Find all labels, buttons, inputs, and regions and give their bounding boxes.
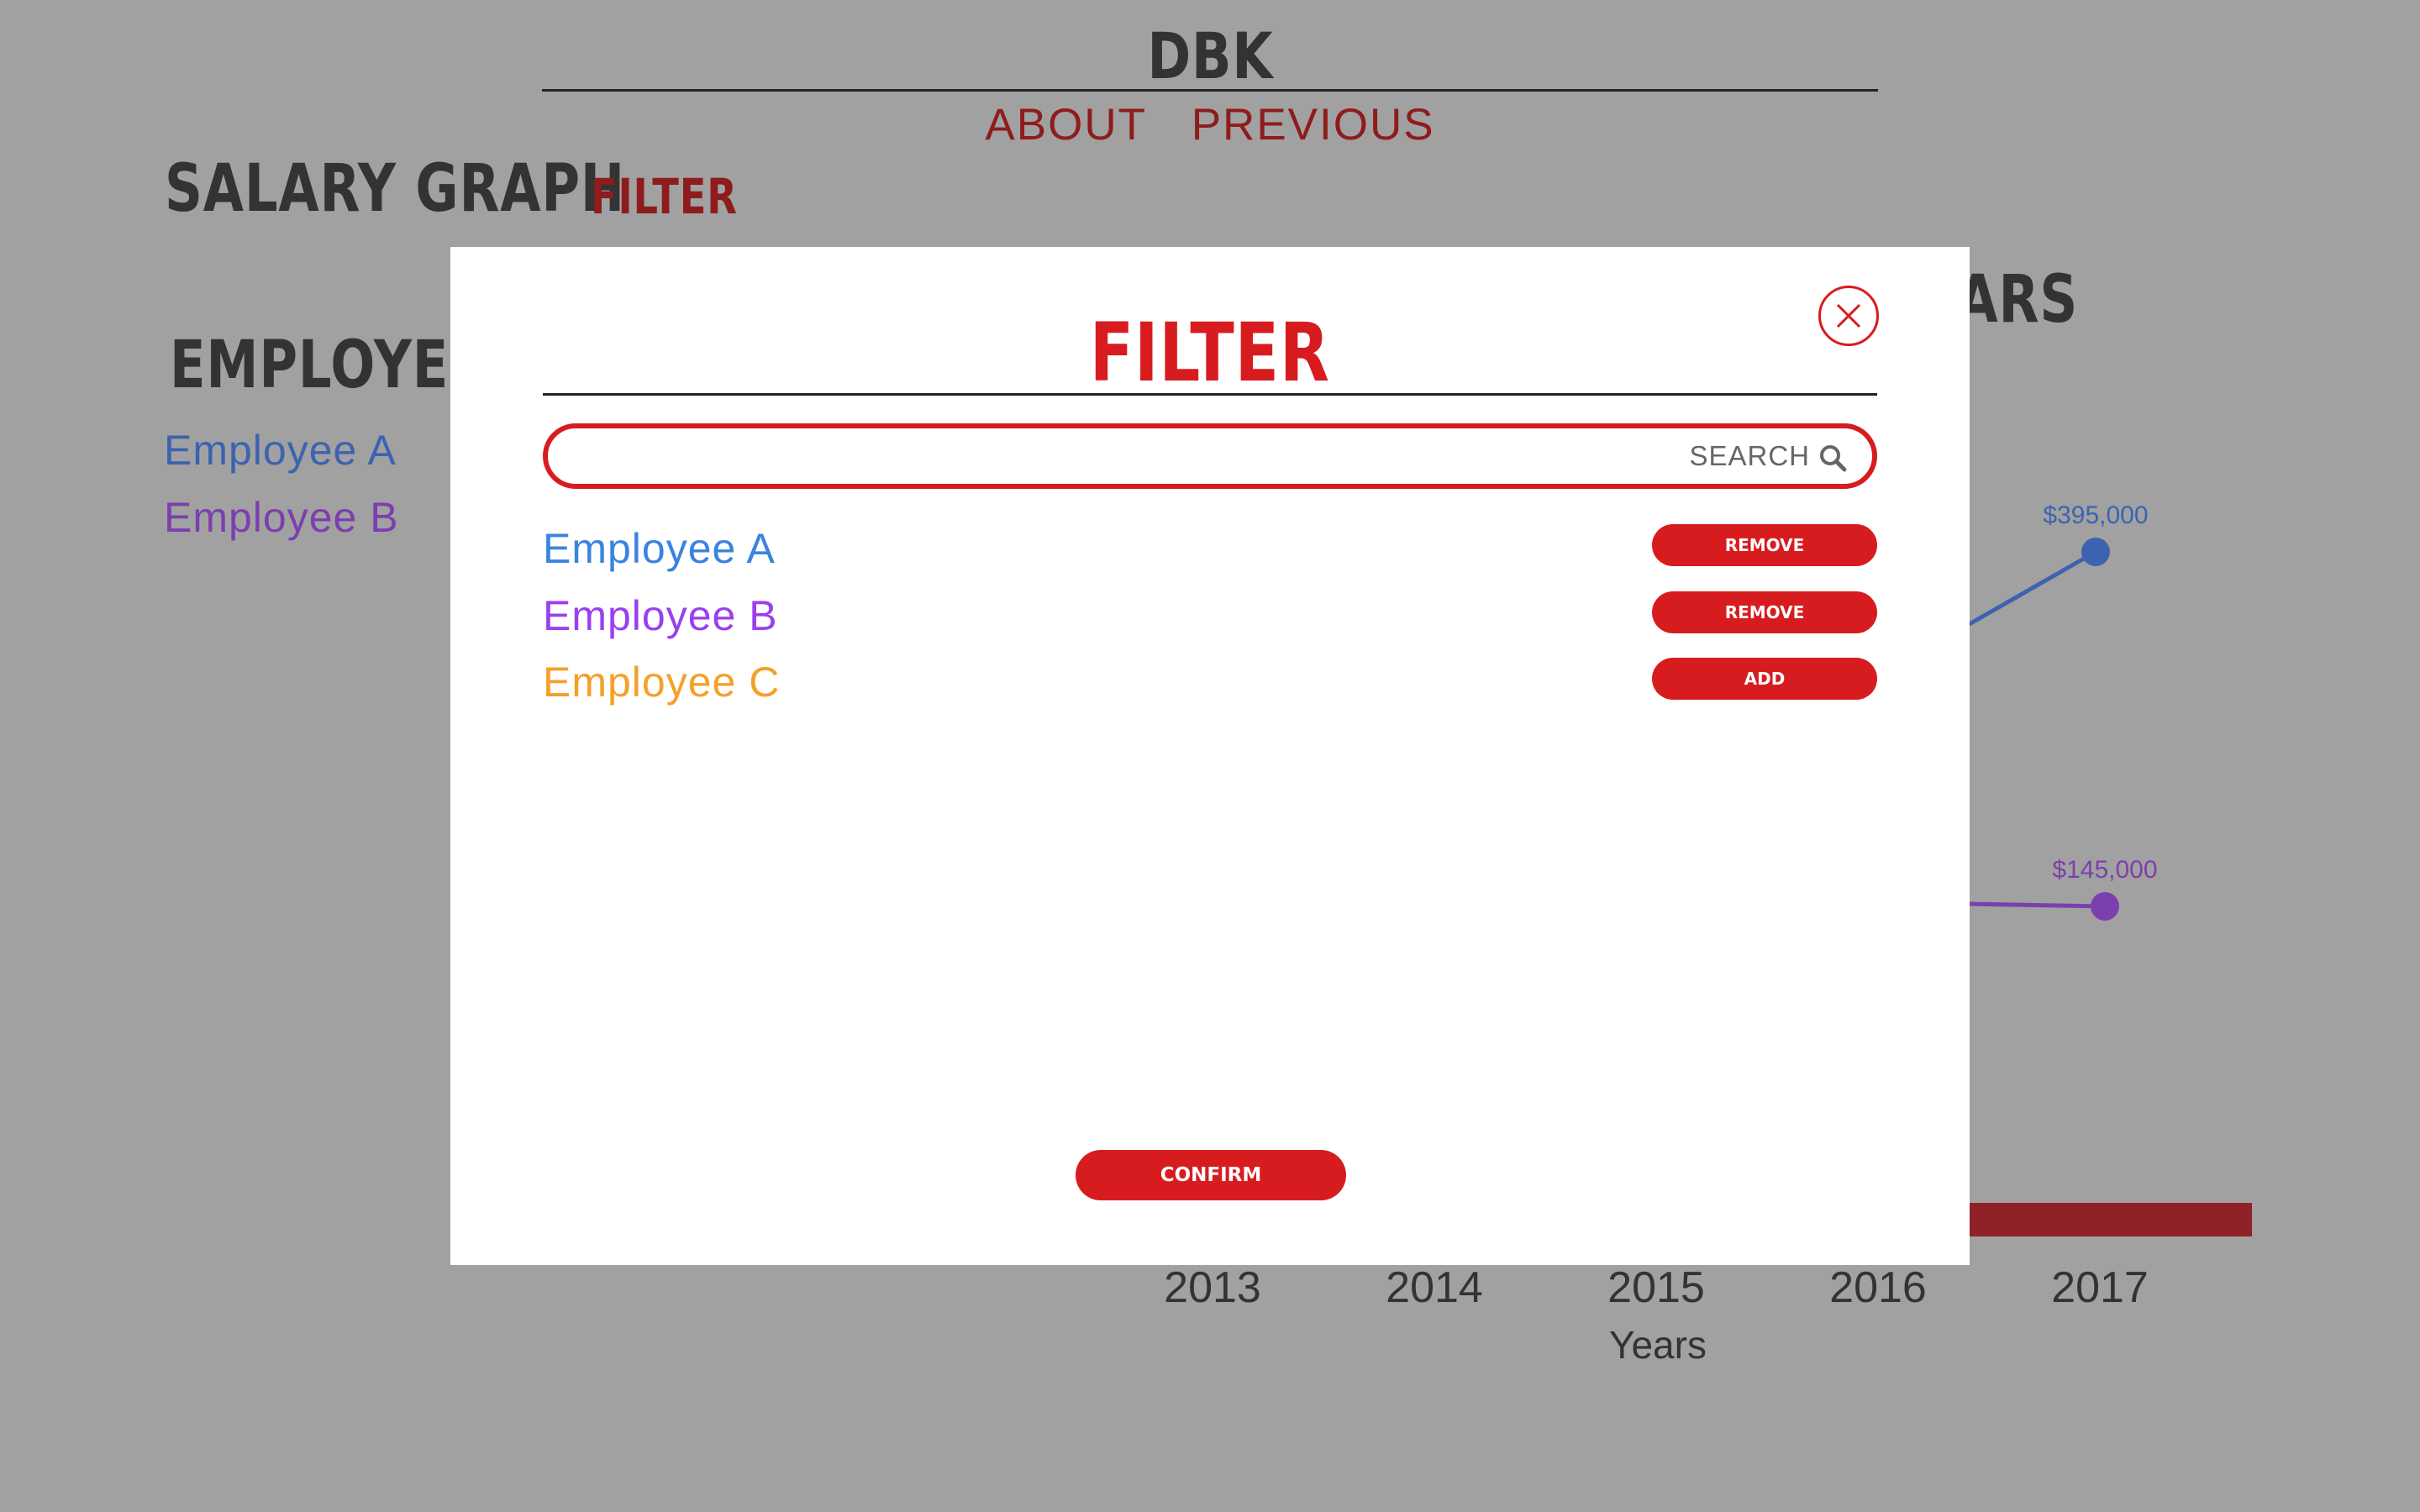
series-line [1965, 901, 2106, 909]
close-button[interactable] [1818, 286, 1879, 346]
series-line [1965, 549, 2097, 628]
employee-name: Employee A [543, 525, 776, 572]
x-tick-label: 2014 [1386, 1263, 1483, 1312]
x-tick-label: 2015 [1607, 1263, 1705, 1312]
modal-title: FILTER [1089, 306, 1331, 400]
x-tick-label: 2013 [1164, 1263, 1261, 1312]
close-icon [1836, 303, 1861, 328]
search-icon[interactable] [1818, 444, 1847, 472]
add-button[interactable]: ADD [1652, 658, 1877, 700]
data-point [2081, 538, 2110, 566]
confirm-button[interactable]: CONFIRM [1076, 1150, 1346, 1200]
data-label: $395,000 [2043, 501, 2148, 529]
x-tick-label: 2016 [1829, 1263, 1927, 1312]
search-box: SEARCH [543, 423, 1877, 489]
x-tick-label: 2017 [2051, 1263, 2149, 1312]
data-point [2091, 892, 2119, 921]
data-label: $145,000 [2052, 856, 2157, 884]
remove-button[interactable]: REMOVE [1652, 524, 1877, 566]
filter-modal: FILTER SEARCH Employee A REMOVE Employee… [450, 247, 1970, 1265]
list-item: Employee A REMOVE [543, 524, 1877, 575]
employee-name: Employee C [543, 659, 781, 706]
search-input[interactable] [573, 435, 1736, 480]
employee-name: Employee B [543, 592, 778, 639]
modal-divider [543, 393, 1877, 396]
search-label: SEARCH [1689, 440, 1810, 471]
x-axis-label: Years [1609, 1323, 1707, 1367]
remove-button[interactable]: REMOVE [1652, 591, 1877, 633]
list-item: Employee B REMOVE [543, 591, 1877, 642]
list-item: Employee C ADD [543, 658, 1877, 708]
